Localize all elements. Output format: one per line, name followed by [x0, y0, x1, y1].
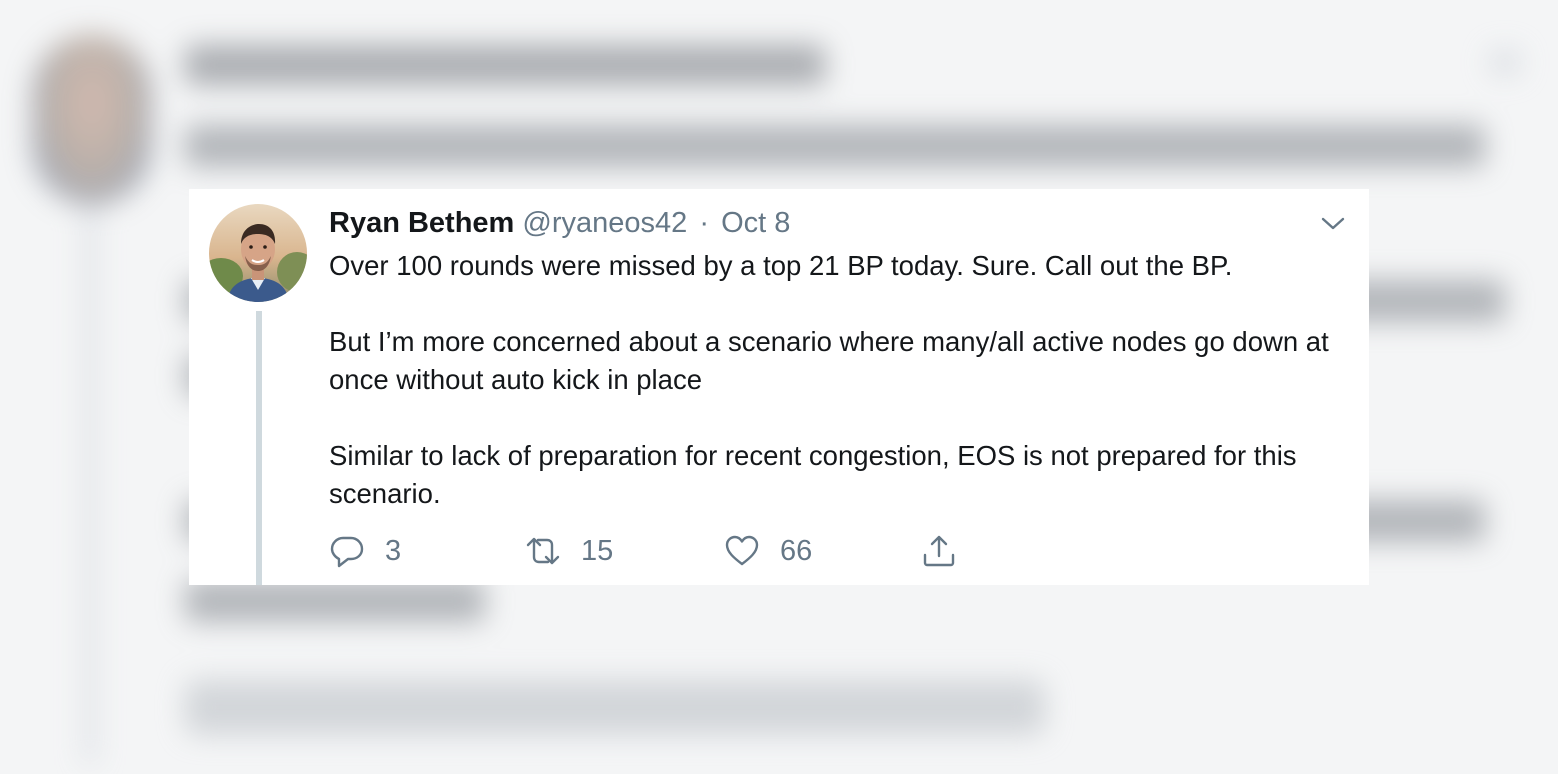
author-name[interactable]: Ryan Bethem — [329, 207, 514, 239]
tweet-content: Ryan Bethem @ryaneos42 · Oct 8 Over 100 … — [329, 205, 1339, 513]
share-button[interactable] — [921, 529, 957, 573]
tweet-paragraph: But I’m more concerned about a scenario … — [329, 326, 1329, 395]
like-button[interactable]: 66 — [724, 529, 812, 573]
tweet-paragraph: Over 100 rounds were missed by a top 21 … — [329, 250, 1233, 281]
tweet-date[interactable]: Oct 8 — [721, 207, 790, 239]
author-handle[interactable]: @ryaneos42 — [522, 207, 687, 239]
blurred-action-bar — [185, 680, 1045, 735]
blurred-text-line — [185, 125, 1485, 167]
tweet-text: Over 100 rounds were missed by a top 21 … — [329, 247, 1339, 513]
retweet-icon — [526, 537, 560, 565]
tweet-actions: 3 15 66 — [329, 529, 1129, 573]
thread-line — [256, 311, 262, 585]
blurred-chevron — [1490, 50, 1520, 75]
header-separator: · — [699, 207, 709, 239]
avatar[interactable] — [209, 204, 307, 302]
blurred-thread-line — [84, 205, 96, 765]
avatar-photo — [209, 204, 307, 302]
retweet-count: 15 — [581, 534, 614, 567]
blurred-header — [185, 45, 825, 85]
tweet-card: Ryan Bethem @ryaneos42 · Oct 8 Over 100 … — [189, 189, 1369, 585]
like-count: 66 — [780, 534, 813, 567]
chevron-down-icon[interactable] — [1319, 209, 1347, 237]
blurred-text-line — [185, 580, 485, 622]
blurred-avatar — [32, 35, 152, 205]
share-icon — [923, 535, 955, 567]
reply-count: 3 — [385, 534, 402, 567]
retweet-button[interactable]: 15 — [525, 529, 613, 573]
tweet-header: Ryan Bethem @ryaneos42 · Oct 8 — [329, 205, 1339, 241]
reply-icon — [330, 536, 364, 568]
tweet-paragraph: Similar to lack of preparation for recen… — [329, 440, 1297, 509]
reply-button[interactable]: 3 — [329, 529, 401, 573]
heart-icon — [725, 535, 759, 566]
